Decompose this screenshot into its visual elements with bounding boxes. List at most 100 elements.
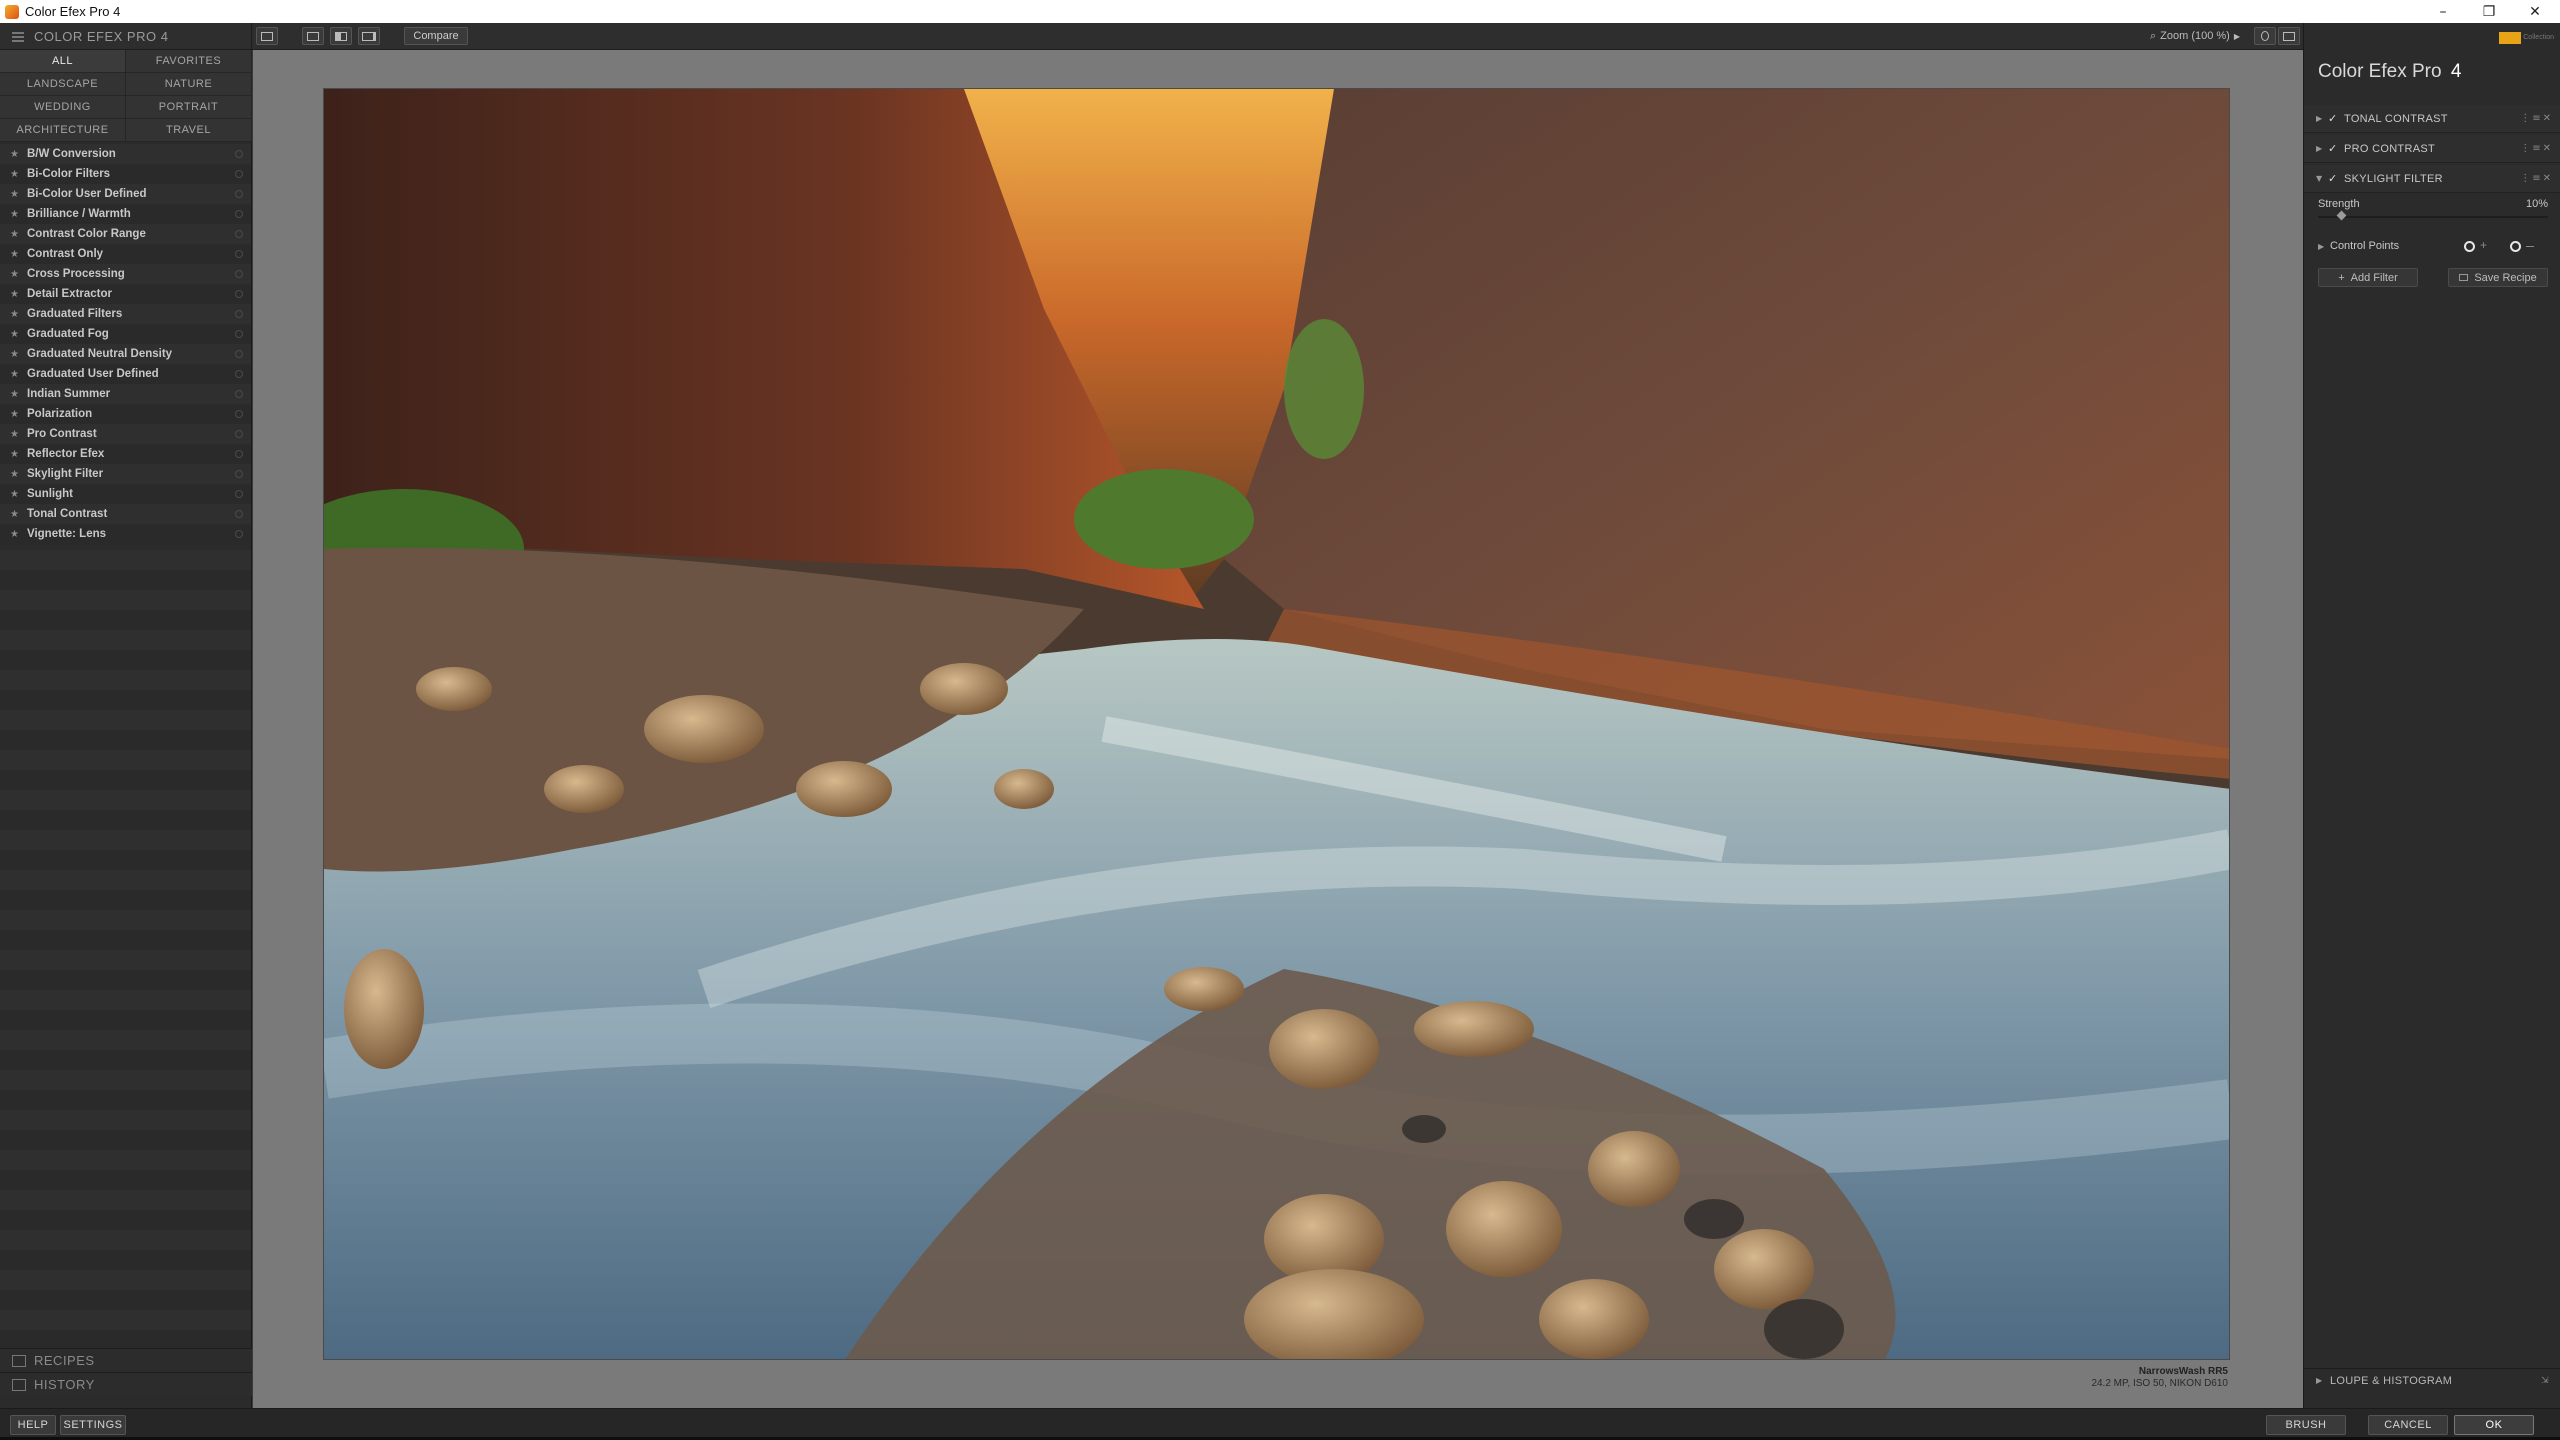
- favorite-star-icon[interactable]: ★: [10, 189, 27, 200]
- add-control-point-icon[interactable]: [2464, 241, 2475, 252]
- enable-checkbox[interactable]: ✓: [2328, 112, 2344, 125]
- filter-list-item[interactable]: ★ Polarization: [0, 404, 251, 424]
- filter-preview-icon[interactable]: [235, 450, 243, 458]
- expand-icon[interactable]: ▶: [2316, 114, 2328, 123]
- settings-button[interactable]: SETTINGS: [60, 1415, 126, 1435]
- category-travel[interactable]: TRAVEL: [126, 119, 252, 142]
- filter-row-skylight-filter[interactable]: ▼ ✓ SKYLIGHT FILTER ⋮≡✕: [2304, 165, 2560, 193]
- filter-preview-icon[interactable]: [235, 330, 243, 338]
- favorite-star-icon[interactable]: ★: [10, 369, 27, 380]
- filter-list-item[interactable]: ★ Bi-Color User Defined: [0, 184, 251, 204]
- favorite-star-icon[interactable]: ★: [10, 509, 27, 520]
- filter-list-item[interactable]: ★ Pro Contrast: [0, 424, 251, 444]
- favorite-star-icon[interactable]: ★: [10, 149, 27, 160]
- favorite-star-icon[interactable]: ★: [10, 209, 27, 220]
- filter-preview-icon[interactable]: [235, 470, 243, 478]
- loupe-histogram-section[interactable]: ▶ LOUPE & HISTOGRAM ⇲: [2304, 1368, 2560, 1392]
- favorite-star-icon[interactable]: ★: [10, 469, 27, 480]
- side-by-side-button[interactable]: [358, 27, 380, 45]
- favorite-star-icon[interactable]: ★: [10, 169, 27, 180]
- favorite-star-icon[interactable]: ★: [10, 489, 27, 500]
- collapse-icon[interactable]: ▼: [2316, 174, 2328, 183]
- plus-icon[interactable]: +: [2480, 238, 2487, 252]
- filter-list-item[interactable]: ★ Graduated Filters: [0, 304, 251, 324]
- filter-list-item[interactable]: ★ Skylight Filter: [0, 464, 251, 484]
- filter-preview-icon[interactable]: [235, 390, 243, 398]
- minus-icon[interactable]: [2526, 246, 2534, 247]
- filter-preview-icon[interactable]: [235, 150, 243, 158]
- category-portrait[interactable]: PORTRAIT: [126, 96, 252, 119]
- filter-list-item[interactable]: ★ Detail Extractor: [0, 284, 251, 304]
- single-view-button[interactable]: [302, 27, 324, 45]
- category-architecture[interactable]: ARCHITECTURE: [0, 119, 126, 142]
- filter-list-item[interactable]: ★ Contrast Color Range: [0, 224, 251, 244]
- filter-list-item[interactable]: ★ Vignette: Lens: [0, 524, 251, 544]
- filter-preview-icon[interactable]: [235, 350, 243, 358]
- slider-thumb[interactable]: [2336, 210, 2347, 221]
- expand-icon[interactable]: ▶: [2318, 242, 2330, 251]
- split-view-button[interactable]: [330, 27, 352, 45]
- close-button[interactable]: ✕: [2512, 0, 2558, 23]
- enable-checkbox[interactable]: ✓: [2328, 142, 2344, 155]
- expand-icon[interactable]: ▶: [2316, 144, 2328, 153]
- strength-slider[interactable]: [2318, 210, 2548, 221]
- filter-list-item[interactable]: ★ Reflector Efex: [0, 444, 251, 464]
- favorite-star-icon[interactable]: ★: [10, 309, 27, 320]
- filter-list-item[interactable]: ★ Tonal Contrast: [0, 504, 251, 524]
- favorite-star-icon[interactable]: ★: [10, 429, 27, 440]
- favorite-star-icon[interactable]: ★: [10, 349, 27, 360]
- filter-preview-icon[interactable]: [235, 490, 243, 498]
- filter-preview-icon[interactable]: [235, 210, 243, 218]
- preview-image[interactable]: [323, 88, 2230, 1360]
- favorite-star-icon[interactable]: ★: [10, 329, 27, 340]
- category-all[interactable]: ALL: [0, 50, 126, 73]
- favorite-star-icon[interactable]: ★: [10, 249, 27, 260]
- category-landscape[interactable]: LANDSCAPE: [0, 73, 126, 96]
- filter-preview-icon[interactable]: [235, 290, 243, 298]
- row-controls-icon[interactable]: ⋮≡✕: [2520, 113, 2553, 124]
- filter-preview-icon[interactable]: [235, 370, 243, 378]
- filter-list-item[interactable]: ★ Graduated Fog: [0, 324, 251, 344]
- favorite-star-icon[interactable]: ★: [10, 229, 27, 240]
- category-favorites[interactable]: FAVORITES: [126, 50, 252, 73]
- filter-list-item[interactable]: ★ Cross Processing: [0, 264, 251, 284]
- filter-preview-icon[interactable]: [235, 310, 243, 318]
- cancel-button[interactable]: CANCEL: [2368, 1415, 2448, 1435]
- toggle-left-panel-button[interactable]: [256, 27, 278, 45]
- row-controls-icon[interactable]: ⋮≡✕: [2520, 173, 2553, 184]
- favorite-star-icon[interactable]: ★: [10, 269, 27, 280]
- zoom-control[interactable]: ⌕ Zoom (100 %) ▶: [2150, 27, 2240, 45]
- brush-button[interactable]: BRUSH: [2266, 1415, 2346, 1435]
- filter-list-item[interactable]: ★ Graduated User Defined: [0, 364, 251, 384]
- filter-preview-icon[interactable]: [235, 430, 243, 438]
- favorite-star-icon[interactable]: ★: [10, 449, 27, 460]
- filter-list-item[interactable]: ★ Brilliance / Warmth: [0, 204, 251, 224]
- filter-preview-icon[interactable]: [235, 270, 243, 278]
- filter-preview-icon[interactable]: [235, 250, 243, 258]
- favorite-star-icon[interactable]: ★: [10, 389, 27, 400]
- filter-preview-icon[interactable]: [235, 170, 243, 178]
- preview-canvas[interactable]: NarrowsWash RR5 24.2 MP, ISO 50, NIKON D…: [253, 50, 2303, 1408]
- save-recipe-button[interactable]: Save Recipe: [2448, 268, 2548, 287]
- category-nature[interactable]: NATURE: [126, 73, 252, 96]
- add-filter-button[interactable]: + Add Filter: [2318, 268, 2418, 287]
- category-wedding[interactable]: WEDDING: [0, 96, 126, 119]
- remove-control-point-icon[interactable]: [2510, 241, 2521, 252]
- minimize-button[interactable]: –: [2420, 0, 2466, 23]
- filter-list-item[interactable]: ★ Indian Summer: [0, 384, 251, 404]
- filter-row-pro-contrast[interactable]: ▶ ✓ PRO CONTRAST ⋮≡✕: [2304, 135, 2560, 163]
- restore-button[interactable]: ❐: [2466, 0, 2512, 23]
- toggle-right-panel-button[interactable]: [2278, 27, 2300, 45]
- pin-icon[interactable]: ⇲: [2541, 1376, 2549, 1386]
- control-points-row[interactable]: ▶ Control Points +: [2318, 237, 2548, 255]
- ok-button[interactable]: OK: [2454, 1415, 2534, 1435]
- zoom-dropdown-icon[interactable]: ▶: [2234, 32, 2240, 41]
- compare-button[interactable]: Compare: [404, 27, 468, 45]
- enable-checkbox[interactable]: ✓: [2328, 172, 2344, 185]
- filter-preview-icon[interactable]: [235, 530, 243, 538]
- background-color-button[interactable]: [2254, 27, 2276, 45]
- filter-list-item[interactable]: ★ B/W Conversion: [0, 144, 251, 164]
- filter-list-item[interactable]: ★ Sunlight: [0, 484, 251, 504]
- favorite-star-icon[interactable]: ★: [10, 409, 27, 420]
- favorite-star-icon[interactable]: ★: [10, 529, 27, 540]
